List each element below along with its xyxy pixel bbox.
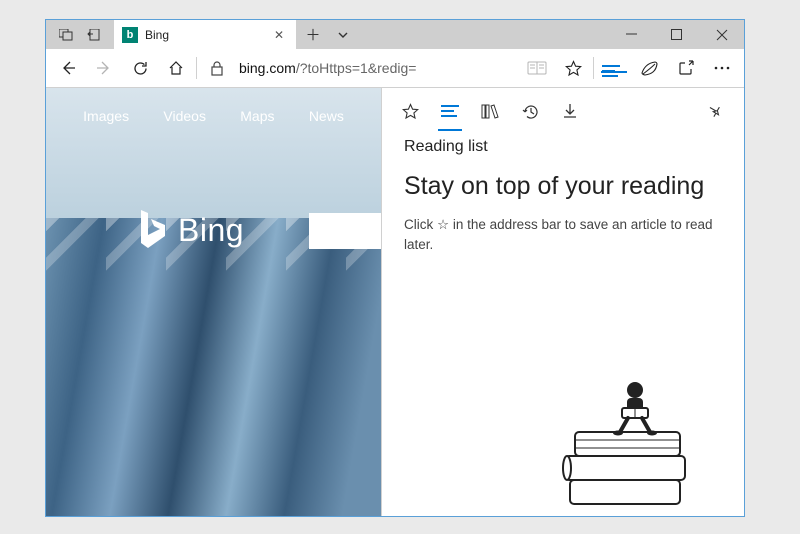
browser-window: b Bing ✕ ＋ bing: [45, 19, 745, 517]
more-button[interactable]: [704, 49, 740, 87]
star-glyph-icon: ☆: [437, 217, 449, 232]
nav-maps[interactable]: Maps: [240, 108, 274, 124]
bing-favicon: b: [122, 27, 138, 43]
nav-images[interactable]: Images: [83, 108, 129, 124]
hub-tab-favorites[interactable]: [390, 89, 430, 133]
url-path: /?toHttps=1&redig=: [296, 60, 417, 76]
bing-logo-icon: [136, 208, 168, 252]
tab-title: Bing: [145, 28, 274, 42]
url-text[interactable]: bing.com/?toHttps=1&redig=: [239, 60, 416, 76]
nav-news[interactable]: News: [309, 108, 344, 124]
bing-logo-text: Bing: [178, 212, 244, 249]
hub-tab-downloads[interactable]: [550, 89, 590, 133]
back-button[interactable]: [50, 49, 86, 87]
title-bar: b Bing ✕ ＋: [46, 20, 744, 49]
forward-button[interactable]: [86, 49, 122, 87]
notes-button[interactable]: [632, 49, 668, 87]
content-area: Images Videos Maps News Bing: [46, 88, 744, 516]
close-tab-icon[interactable]: ✕: [274, 28, 286, 42]
window-controls: [609, 20, 744, 49]
refresh-button[interactable]: [122, 49, 158, 87]
pin-hub-button[interactable]: [696, 89, 736, 133]
hub-section-title: Reading list: [404, 138, 722, 156]
minimize-button[interactable]: [609, 20, 654, 49]
web-page: Images Videos Maps News Bing: [46, 88, 381, 516]
maximize-button[interactable]: [654, 20, 699, 49]
lock-icon[interactable]: [199, 49, 235, 87]
hub-tab-reading-list[interactable]: [430, 89, 470, 133]
favorite-star-button[interactable]: [555, 49, 591, 87]
url-host: bing.com: [239, 60, 296, 76]
hub-headline: Stay on top of your reading: [404, 172, 722, 201]
reading-illustration: [520, 360, 720, 510]
tab-menu-chevron-icon[interactable]: [330, 20, 356, 49]
browser-tab[interactable]: b Bing ✕: [114, 20, 296, 49]
nav-videos[interactable]: Videos: [163, 108, 206, 124]
bing-nav: Images Videos Maps News: [46, 108, 381, 124]
hub-tabs: [382, 88, 744, 134]
hub-tab-books[interactable]: [470, 89, 510, 133]
search-input[interactable]: [309, 213, 381, 249]
set-aside-tabs-icon[interactable]: [86, 27, 102, 43]
address-bar: bing.com/?toHttps=1&redig=: [46, 49, 744, 88]
reading-view-button[interactable]: [519, 49, 555, 87]
hub-hint: Click ☆ in the address bar to save an ar…: [404, 215, 722, 254]
hub-body: Reading list Stay on top of your reading…: [382, 134, 744, 254]
close-window-button[interactable]: [699, 20, 744, 49]
hub-tab-history[interactable]: [510, 89, 550, 133]
share-button[interactable]: [668, 49, 704, 87]
bing-logo: Bing: [136, 208, 244, 252]
home-button[interactable]: [158, 49, 194, 87]
hub-button[interactable]: [596, 49, 632, 87]
tabs-preview-icon[interactable]: [58, 27, 74, 43]
new-tab-button[interactable]: ＋: [296, 20, 330, 49]
tab-actions: [46, 20, 114, 49]
hub-panel: Reading list Stay on top of your reading…: [381, 88, 744, 516]
